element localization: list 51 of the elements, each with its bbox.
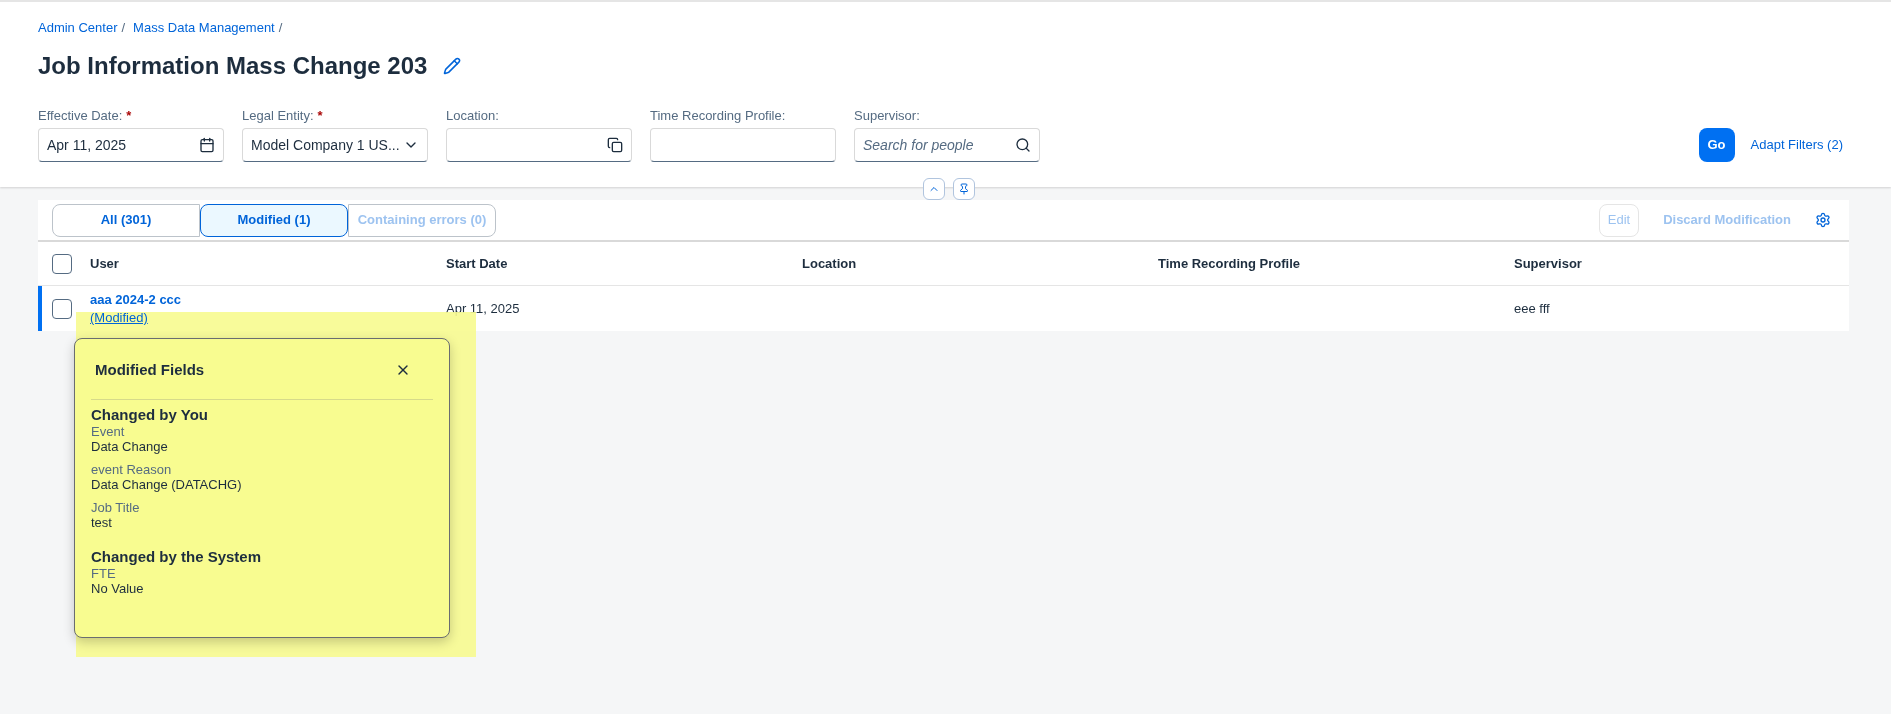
filter-label: Location:: [446, 106, 499, 122]
select-all-checkbox[interactable]: [52, 253, 72, 274]
section-heading: Changed by the System: [91, 548, 263, 566]
field-label: Event: [91, 424, 126, 439]
field-label: FTE: [91, 566, 117, 581]
filter-label: Legal Entity:: [242, 106, 314, 122]
field-label: event Reason: [91, 462, 173, 477]
column-header: Location: [802, 255, 857, 271]
field-value: test: [91, 515, 113, 530]
edit-pencil-icon[interactable]: [443, 56, 462, 75]
pin-icon: [958, 183, 970, 195]
popover-title: Modified Fields: [95, 359, 205, 380]
column-header: User: [90, 255, 119, 271]
search-icon[interactable]: [1015, 136, 1031, 153]
table-cell: Apr 11, 2025: [446, 300, 520, 316]
required-asterisk: *: [317, 106, 323, 122]
field-label: Job Title: [91, 500, 141, 515]
breadcrumb-separator: /: [278, 19, 283, 37]
search-input[interactable]: Search for people: [863, 134, 1003, 155]
value-help-icon[interactable]: [607, 136, 623, 153]
filter-field[interactable]: [446, 127, 632, 162]
required-asterisk: *: [126, 106, 132, 122]
adapt-filters-link[interactable]: Adapt Filters (2): [1750, 134, 1843, 155]
filter-field[interactable]: Model Company 1 US...: [242, 127, 428, 162]
filter-label: Effective Date:: [38, 106, 123, 122]
row-checkbox[interactable]: [52, 298, 72, 319]
user-link[interactable]: aaa 2024-2 ccc: [90, 290, 182, 309]
page-title: Job Information Mass Change 203: [38, 50, 428, 81]
field-value: Data Change: [91, 439, 169, 454]
filter-label: Time Recording Profile:: [650, 106, 786, 122]
calendar-icon[interactable]: [199, 136, 215, 153]
segment-tab[interactable]: Modified (1): [200, 203, 348, 237]
field-value: Data Change (DATACHG): [91, 477, 243, 492]
breadcrumb-link[interactable]: Mass Data Management: [133, 18, 275, 38]
section-heading: Changed by You: [91, 406, 209, 424]
settings-icon[interactable]: [1815, 212, 1831, 228]
modified-link[interactable]: (Modified): [90, 308, 148, 327]
segment-tab[interactable]: All (301): [52, 203, 200, 237]
filter-field[interactable]: Apr 11, 2025: [38, 127, 224, 162]
filter-label: Supervisor:: [854, 106, 920, 122]
column-header: Supervisor: [1514, 255, 1582, 271]
go-button[interactable]: Go: [1698, 127, 1735, 162]
filter-field[interactable]: [650, 127, 836, 162]
column-header: Time Recording Profile: [1158, 255, 1301, 271]
breadcrumb-link[interactable]: Admin Center: [38, 18, 118, 38]
table-cell: eee fff: [1514, 300, 1550, 316]
field-value: No Value: [91, 581, 145, 596]
pin-header-button[interactable]: [953, 178, 975, 200]
filter-field[interactable]: Search for people: [854, 127, 1040, 162]
column-header: Start Date: [446, 255, 508, 271]
breadcrumb-separator: /: [121, 19, 126, 37]
